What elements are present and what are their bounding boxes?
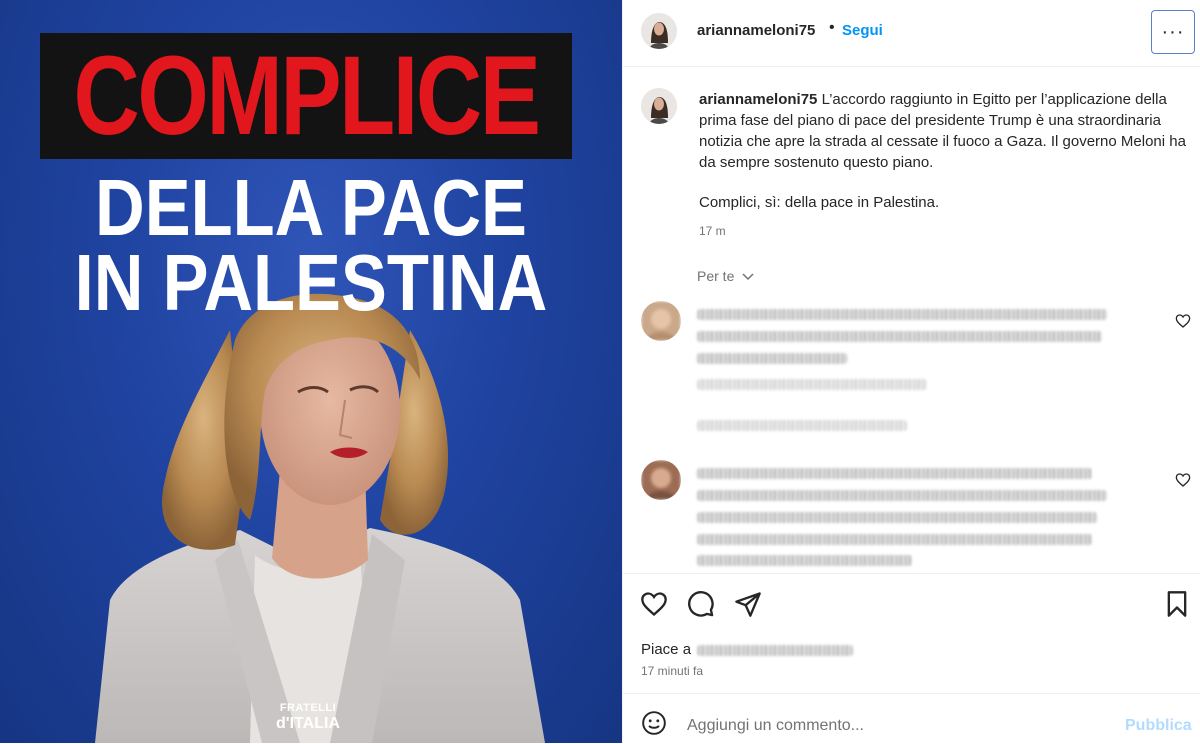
headline-in-palestina: IN PALESTINA <box>74 238 548 327</box>
post-actions: Piace a 17 minuti fa <box>623 573 1200 694</box>
like-heart-icon[interactable] <box>640 590 668 618</box>
caption-avatar[interactable] <box>641 88 677 124</box>
caption-second-paragraph: Complici, sì: della pace in Palestina. <box>699 194 940 211</box>
blurred-comment-text <box>697 309 1107 320</box>
likes-prefix: Piace a <box>641 641 692 658</box>
caption-timestamp[interactable]: 17 m <box>699 224 726 238</box>
comment-like-icon[interactable] <box>1175 313 1191 329</box>
caption-username[interactable]: ariannameloni75 <box>699 91 817 108</box>
likes-text[interactable]: Piace a <box>641 641 691 658</box>
header-separator: • <box>829 19 835 36</box>
post-side-panel: ariannameloni75 • Segui ··· ariannamelon… <box>622 0 1200 743</box>
comment-item <box>623 297 1200 442</box>
add-comment-bar: Aggiungi un commento... Pubblica <box>623 693 1200 744</box>
save-bookmark-icon[interactable] <box>1163 590 1191 618</box>
author-avatar[interactable] <box>641 13 677 49</box>
post-image[interactable]: COMPLICE DELLA PACE IN PALESTINA FRATELL… <box>0 0 622 743</box>
emoji-icon[interactable] <box>641 710 667 736</box>
blurred-view-replies[interactable] <box>697 420 907 431</box>
blurred-comment-text <box>697 555 912 566</box>
instagram-post-view: COMPLICE DELLA PACE IN PALESTINA FRATELL… <box>0 0 1200 743</box>
headline-della-pace: DELLA PACE <box>95 163 527 252</box>
chevron-down-icon <box>742 273 754 281</box>
caption-text: ariannameloni75 L’accordo raggiunto in E… <box>699 89 1189 173</box>
commenter-avatar[interactable] <box>641 460 681 500</box>
fratelli-italia-logo: FRATELLI d'ITALIA <box>260 703 356 732</box>
blurred-comment-text <box>697 512 1097 523</box>
see-translation-toggle[interactable]: Per te <box>697 268 754 284</box>
brand-line-1: FRATELLI <box>279 702 337 714</box>
comment-bubble-icon[interactable] <box>687 590 715 618</box>
blurred-liker-names[interactable] <box>697 645 853 656</box>
commenter-avatar[interactable] <box>641 301 681 341</box>
comment-like-icon[interactable] <box>1175 472 1191 488</box>
blurred-comment-text <box>697 468 1092 479</box>
blurred-comment-text <box>697 534 1092 545</box>
follow-button[interactable]: Segui <box>842 22 883 39</box>
blurred-comment-text <box>697 490 1107 501</box>
header-username[interactable]: ariannameloni75 <box>697 22 815 39</box>
brand-line-2: d'ITALIA <box>276 715 340 732</box>
more-options-button[interactable]: ··· <box>1151 10 1195 54</box>
more-options-icon: ··· <box>1161 20 1185 43</box>
post-header: ariannameloni75 • Segui ··· <box>623 0 1200 67</box>
comment-item <box>623 458 1200 570</box>
share-paper-plane-icon[interactable] <box>734 590 762 618</box>
post-time-ago[interactable]: 17 minuti fa <box>641 664 703 678</box>
publish-button[interactable]: Pubblica <box>1125 717 1192 735</box>
blurred-comment-meta <box>697 379 927 390</box>
blurred-comment-text <box>697 331 1102 342</box>
blurred-comment-text <box>697 353 847 364</box>
see-translation-label: Per te <box>697 268 735 284</box>
comment-input[interactable]: Aggiungi un commento... <box>687 717 864 735</box>
headline-complice: COMPLICE <box>73 33 541 158</box>
